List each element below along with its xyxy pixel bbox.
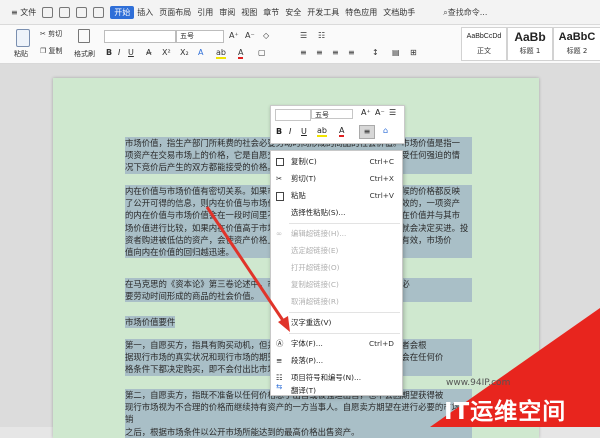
mini-format-painter-icon[interactable]: ⌂ <box>383 126 388 135</box>
cut-button[interactable]: ✂ 剪切 <box>40 29 62 39</box>
subscript-icon[interactable]: X₂ <box>180 48 189 57</box>
search-command[interactable]: ⌕查找命令... <box>440 7 490 18</box>
mini-font-name-select[interactable] <box>275 109 311 121</box>
copy-icon <box>276 158 284 166</box>
menu-separator <box>289 312 400 313</box>
translate-icon: ⇆ <box>276 382 283 391</box>
font-color-icon[interactable]: A <box>238 48 244 59</box>
menu-item-paste-special[interactable]: 选择性粘贴(S)... <box>271 204 402 221</box>
copy-button[interactable]: ❐ 复制 <box>40 46 63 56</box>
tab-section[interactable]: 章节 <box>260 7 282 18</box>
underline-icon[interactable]: U <box>128 48 134 57</box>
style-heading-1[interactable]: AaBb 标题 1 <box>507 27 553 61</box>
menu-item-font[interactable]: Ⓐ 字体(F)... Ctrl+D <box>271 335 402 352</box>
style-normal[interactable]: AaBbCcDd 正文 <box>461 27 507 61</box>
menu-item-select-hyperlink: 选定超链接(E) <box>291 246 339 255</box>
paste-icon <box>276 192 284 201</box>
context-menu: 复制(C) Ctrl+C ✂ 剪切(T) Ctrl+X 粘贴 Ctrl+V 选择… <box>270 150 403 396</box>
font-shrink-icon[interactable]: A⁻ <box>245 31 255 40</box>
superscript-icon[interactable]: X² <box>162 48 171 57</box>
font-grow-icon[interactable]: A⁺ <box>229 31 239 40</box>
mini-font-shrink-icon[interactable]: A⁻ <box>375 108 385 117</box>
paragraph-5: 第二，自愿卖方，指既不准备以任何价格急于出售或被强迫出售，也不会因期望获得被 现… <box>125 389 472 438</box>
save-icon[interactable] <box>42 6 54 18</box>
menu-bar: ≡ 文件 开始 插入 页面布局 引用 审阅 视图 章节 安全 开发工具 特色应用… <box>0 0 600 25</box>
tab-developer[interactable]: 开发工具 <box>304 7 342 18</box>
menu-item-paste[interactable]: 粘贴 Ctrl+V <box>271 187 402 204</box>
file-menu[interactable]: ≡ 文件 <box>8 7 39 18</box>
list-icon: ☷ <box>276 373 283 382</box>
text-effect-icon[interactable]: A <box>198 48 203 57</box>
bold-icon[interactable]: B <box>106 48 112 57</box>
watermark-url: www.94IP.com <box>446 378 511 388</box>
mini-font-color-icon[interactable]: A <box>339 126 345 137</box>
mini-toolbar: 五号 A⁺ A⁻ ☰ B I U ab A ≡ ⌂ <box>270 105 405 144</box>
shading-icon[interactable]: ▤ <box>392 48 400 57</box>
link-icon: ∞ <box>276 229 283 238</box>
menu-item-copy[interactable]: 复制(C) Ctrl+C <box>271 153 402 170</box>
menu-separator <box>289 223 400 224</box>
strikethrough-icon[interactable]: A̶ <box>146 48 151 57</box>
scissors-icon: ✂ <box>40 30 49 38</box>
paragraph-icon: ≡ <box>276 356 283 365</box>
numbered-list-icon[interactable]: ☷ <box>318 31 325 40</box>
mini-underline-icon[interactable]: U <box>301 127 307 136</box>
menu-item-reconvert[interactable]: 汉字重选(V) <box>271 314 402 331</box>
tab-security[interactable]: 安全 <box>282 7 304 18</box>
tab-page-layout[interactable]: 页面布局 <box>156 7 194 18</box>
italic-icon[interactable]: I <box>118 48 120 57</box>
tab-home[interactable]: 开始 <box>110 5 135 19</box>
justify-icon[interactable]: ≡ <box>348 48 355 57</box>
paste-button[interactable]: 粘贴 <box>14 49 28 59</box>
tab-special-apps[interactable]: 特色应用 <box>342 7 380 18</box>
menu-item-open-hyperlink: 打开超链接(O) <box>291 263 340 272</box>
menu-item-copy-hyperlink: 复制超链接(C) <box>291 280 339 289</box>
mini-bold-icon[interactable]: B <box>276 127 282 136</box>
line-spacing-icon[interactable]: ↕ <box>372 48 379 57</box>
menu-item-remove-hyperlink: 取消超链接(R) <box>291 297 339 306</box>
menu-item-translate[interactable]: ⇆ 翻译(T) <box>271 382 402 395</box>
watermark-brand: IT运维空间 <box>444 399 567 425</box>
copy-icon: ❐ <box>40 47 49 55</box>
tab-insert[interactable]: 插入 <box>134 7 156 18</box>
tab-review[interactable]: 审阅 <box>216 7 238 18</box>
mini-font-size-select[interactable]: 五号 <box>311 109 353 119</box>
redo-icon[interactable] <box>93 6 105 18</box>
font-size-select[interactable]: 五号 <box>176 30 224 43</box>
border-icon[interactable]: ⊞ <box>410 48 417 57</box>
mini-font-grow-icon[interactable]: A⁺ <box>361 108 371 117</box>
align-right-icon[interactable]: ≡ <box>332 48 339 57</box>
undo-icon[interactable] <box>76 6 88 18</box>
clear-format-icon[interactable]: ◇ <box>263 31 269 40</box>
scissors-icon: ✂ <box>276 174 283 183</box>
ribbon: 粘贴 ✂ 剪切 ❐ 复制 格式刷 五号 A⁺ A⁻ ◇ B I U A̶ X² … <box>0 25 600 64</box>
format-painter-icon[interactable] <box>78 29 90 43</box>
menu-item-cut[interactable]: ✂ 剪切(T) Ctrl+X <box>271 170 402 187</box>
font-name-select[interactable] <box>104 30 176 43</box>
font-icon: Ⓐ <box>276 339 284 348</box>
mini-highlight-icon[interactable]: ab <box>317 126 327 137</box>
tab-doc-assistant[interactable]: 文档助手 <box>380 7 418 18</box>
tab-view[interactable]: 视图 <box>238 7 260 18</box>
align-left-icon[interactable]: ≡ <box>300 48 307 57</box>
align-center-icon[interactable]: ≡ <box>316 48 323 57</box>
highlight-icon[interactable]: ab <box>216 48 226 59</box>
menu-item-bullets-numbering[interactable]: ☷ 项目符号和编号(N)... <box>271 369 402 386</box>
mini-line-spacing-icon[interactable]: ☰ <box>389 108 396 117</box>
mini-align-icon[interactable]: ≡ <box>359 125 375 139</box>
print-icon[interactable] <box>59 6 71 18</box>
tab-references[interactable]: 引用 <box>194 7 216 18</box>
style-heading-2[interactable]: AaBbC 标题 2 <box>553 27 600 61</box>
menu-item-paragraph[interactable]: ≡ 段落(P)... <box>271 352 402 369</box>
char-border-icon[interactable]: ▢ <box>258 48 266 57</box>
bullet-list-icon[interactable]: ☰ <box>300 31 307 40</box>
mini-italic-icon[interactable]: I <box>289 127 291 136</box>
paste-icon[interactable] <box>16 29 30 47</box>
format-painter-button[interactable]: 格式刷 <box>74 49 95 59</box>
menu-separator <box>289 333 400 334</box>
menu-item-edit-hyperlink: ∞ 编辑超链接(H)... <box>271 225 402 242</box>
